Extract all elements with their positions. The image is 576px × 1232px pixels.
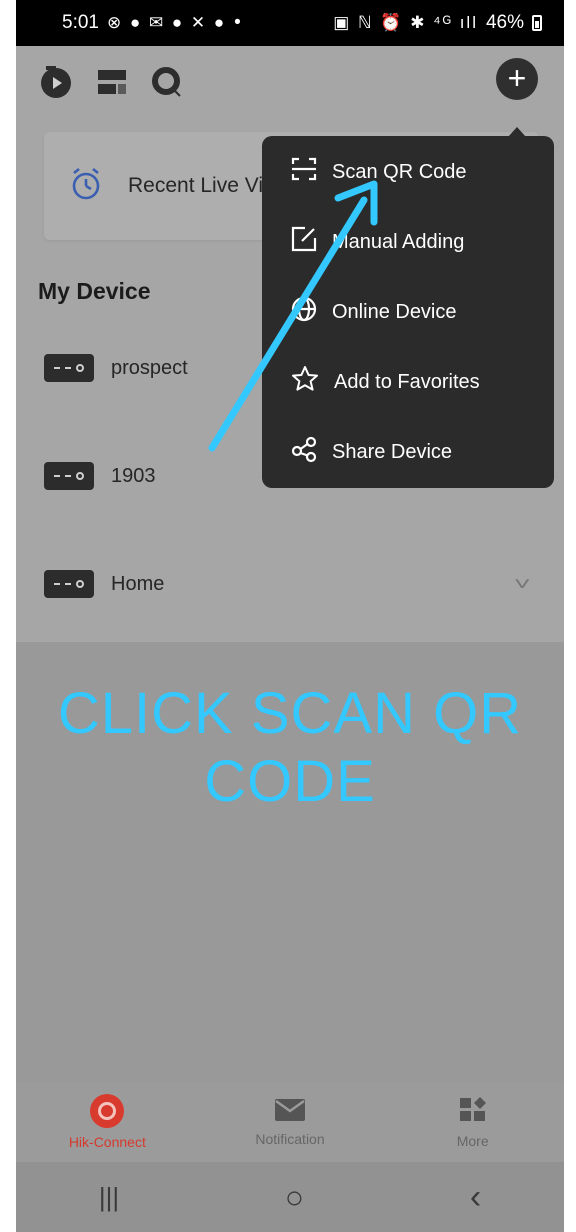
envelope-icon <box>274 1098 306 1125</box>
layout-grid-icon[interactable] <box>92 62 132 102</box>
hik-connect-icon <box>90 1094 125 1128</box>
nav-more[interactable]: More <box>381 1082 564 1162</box>
home-button[interactable]: ○ <box>285 1179 304 1216</box>
add-device-menu: Scan QR Code Manual Adding Online Device <box>262 127 554 488</box>
notification-icons: ⊗ ● ✉ ● ✕ ● <box>106 13 227 32</box>
nav-label: Hik-Connect <box>68 1134 146 1150</box>
menu-item-label: Manual Adding <box>332 230 465 253</box>
system-status-icons: ▣ ℕ ⏰ ✱ ⁴ᴳ ıll <box>333 13 478 32</box>
system-navigation-bar: ||| ○ ‹ <box>16 1162 564 1232</box>
dvr-icon <box>44 354 94 382</box>
dvr-icon <box>44 462 94 490</box>
status-right: ▣ ℕ ⏰ ✱ ⁴ᴳ ıll 46% <box>333 12 542 34</box>
status-time: 5:01 <box>62 12 99 33</box>
share-icon <box>290 435 318 469</box>
caption-line-2: CODE <box>204 749 376 814</box>
globe-icon <box>290 295 318 329</box>
menu-item-share-device[interactable]: Share Device <box>262 420 554 484</box>
menu-caret <box>508 127 526 137</box>
menu-item-label: Online Device <box>332 300 457 323</box>
caption-line-1: CLICK SCAN QR <box>57 681 523 746</box>
menu-item-label: Share Device <box>332 440 453 463</box>
menu-item-add-to-favorites[interactable]: Add to Favorites <box>262 350 554 414</box>
grid-more-icon <box>458 1096 488 1127</box>
nav-notification[interactable]: Notification <box>199 1082 382 1162</box>
phone-screen: 5:01 ⊗ ● ✉ ● ✕ ● • ▣ ℕ ⏰ ✱ ⁴ᴳ ıll 46% + … <box>16 0 564 1232</box>
nav-label: More <box>456 1132 489 1149</box>
back-button[interactable]: ‹ <box>470 1178 481 1217</box>
add-icon[interactable]: + <box>496 58 538 100</box>
nav-label: Notification <box>255 1130 325 1147</box>
menu-item-online-device[interactable]: Online Device <box>262 280 554 344</box>
battery-icon <box>532 15 542 31</box>
device-name: 1903 <box>111 464 156 487</box>
menu-item-manual-adding[interactable]: Manual Adding <box>262 210 554 274</box>
menu-item-label: Scan QR Code <box>332 160 467 183</box>
app-top-bar: + <box>16 46 564 122</box>
search-icon[interactable] <box>148 62 188 102</box>
scan-qr-icon <box>290 155 318 189</box>
device-name: Home <box>111 572 165 595</box>
star-icon <box>290 364 320 400</box>
status-bar: 5:01 ⊗ ● ✉ ● ✕ ● • ▣ ℕ ⏰ ✱ ⁴ᴳ ıll 46% <box>16 0 564 46</box>
nav-hik-connect[interactable]: Hik-Connect <box>16 1082 199 1162</box>
edit-icon <box>290 225 318 259</box>
battery-percent: 46% <box>485 12 524 33</box>
chevron-down-icon[interactable]: ˅ <box>514 574 531 595</box>
menu-item-scan-qr-code[interactable]: Scan QR Code <box>262 140 554 204</box>
device-row-home[interactable]: Home ˅ <box>16 554 564 614</box>
recents-button[interactable]: ||| <box>99 1182 119 1213</box>
device-name: prospect <box>111 356 188 379</box>
status-dot: • <box>234 12 241 33</box>
play-circle-icon[interactable] <box>36 62 76 102</box>
instruction-caption: CLICK SCAN QR CODE <box>16 680 564 816</box>
menu-item-label: Add to Favorites <box>334 370 480 393</box>
bottom-navigation: Hik-Connect Notification More <box>16 1082 564 1162</box>
dvr-icon <box>44 570 94 598</box>
status-left: 5:01 ⊗ ● ✉ ● ✕ ● • <box>62 12 241 34</box>
clock-icon <box>70 167 102 206</box>
my-device-title: My Device <box>38 278 151 304</box>
